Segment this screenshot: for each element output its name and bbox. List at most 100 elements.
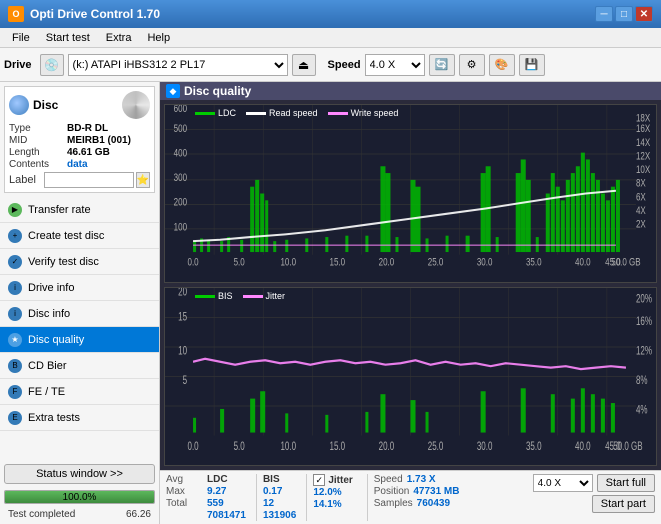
progress-bar: 100.0% [4,490,155,504]
chart-header: ◆ Disc quality [160,82,661,100]
svg-text:5.0: 5.0 [234,257,245,270]
menu-extra[interactable]: Extra [98,28,140,48]
stats-labels-col: Avg Max Total [166,474,201,521]
avg-label: Avg [166,474,201,485]
nav-transfer-rate[interactable]: ▶ Transfer rate [0,197,159,223]
legend-ldc-color [195,112,215,115]
nav-icon-disc-quality: ★ [8,333,22,347]
settings-button[interactable]: ⚙ [459,54,485,76]
nav-icon-extra-tests: E [8,411,22,425]
title-bar: O Opti Drive Control 1.70 ─ □ ✕ [0,0,661,28]
nav-drive-info[interactable]: i Drive info [0,275,159,301]
nav-extra-tests[interactable]: E Extra tests [0,405,159,431]
ldc-avg-val: 9.27 [207,486,246,497]
disc-contents-row: Contents data [9,159,150,170]
stats-max-row: Max [166,486,201,497]
close-button[interactable]: ✕ [635,6,653,22]
status-speed: 66.26 [126,509,151,520]
svg-text:20.0: 20.0 [379,441,395,454]
top-chart-legend: LDC Read speed Write speed [195,108,398,118]
nav-verify-test-disc[interactable]: ✓ Verify test disc [0,249,159,275]
svg-text:20%: 20% [636,293,652,306]
nav-icon-verify-test-disc: ✓ [8,255,22,269]
app-icon: O [8,6,24,22]
disc-length-value: 46.61 GB [67,147,110,158]
svg-text:40.0: 40.0 [575,257,591,270]
drive-label: Drive [4,59,32,71]
drive-icon-btn[interactable]: 💿 [40,54,64,76]
maximize-button[interactable]: □ [615,6,633,22]
bottom-chart-legend: BIS Jitter [195,291,285,301]
nav-create-test-disc[interactable]: + Create test disc [0,223,159,249]
status-text: Test completed [8,509,75,520]
disc-length-row: Length 46.61 GB [9,147,150,158]
menu-start-test[interactable]: Start test [38,28,98,48]
progress-text: 100.0% [5,491,154,504]
legend-bis-label: BIS [218,291,233,301]
nav-cd-bier[interactable]: B CD Bier [0,353,159,379]
disc-contents-value: data [67,159,88,170]
max-label: Max [166,486,201,497]
legend-jitter: Jitter [243,291,286,301]
legend-read-color [246,112,266,115]
svg-text:16%: 16% [636,316,652,329]
legend-write-color [328,112,348,115]
nav-fe-te[interactable]: F FE / TE [0,379,159,405]
stats-avg-row: Avg [166,474,201,485]
svg-text:15: 15 [178,311,187,324]
charts-container: LDC Read speed Write speed [160,100,661,470]
disc-icon [9,95,29,115]
speed-select-stats[interactable]: 4.0 X [533,474,593,492]
svg-text:10: 10 [178,345,187,358]
ldc-total-val: 7081471 [207,510,246,521]
bottom-chart-svg: 20% 16% 12% 8% 4% 20 15 10 5 0.0 5.0 10.… [165,288,656,465]
menu-file[interactable]: File [4,28,38,48]
jitter-checkbox[interactable]: ✓ [313,474,325,486]
status-window-button[interactable]: Status window >> [4,464,155,484]
svg-text:50.0 GB: 50.0 GB [613,441,643,454]
svg-text:16X: 16X [636,123,651,136]
stats-divider-3 [367,474,368,521]
nav-disc-info[interactable]: i Disc info [0,301,159,327]
svg-text:50.0 GB: 50.0 GB [611,257,640,270]
bis-max-val: 12 [263,498,296,509]
save-button[interactable]: 💾 [519,54,545,76]
disc-mid-value: MEIRB1 (001) [67,135,131,146]
minimize-button[interactable]: ─ [595,6,613,22]
color-button[interactable]: 🎨 [489,54,515,76]
start-full-button[interactable]: Start full [597,474,655,492]
eject-button[interactable]: ⏏ [292,54,316,76]
svg-text:35.0: 35.0 [526,257,542,270]
window-title: Opti Drive Control 1.70 [30,7,595,21]
legend-write-speed: Write speed [328,108,399,118]
drive-select[interactable]: (k:) ATAPI iHBS312 2 PL17 [68,54,288,76]
stats-divider-2 [306,474,307,521]
nav-label-create-test-disc: Create test disc [28,230,104,242]
speed-select-toolbar[interactable]: 4.0 X [365,54,425,76]
nav-label-cd-bier: CD Bier [28,360,67,372]
svg-text:20.0: 20.0 [379,257,395,270]
svg-text:4X: 4X [636,205,646,218]
nav-disc-quality[interactable]: ★ Disc quality [0,327,159,353]
menu-help[interactable]: Help [139,28,178,48]
svg-text:35.0: 35.0 [526,441,542,454]
svg-text:10.0: 10.0 [280,257,296,270]
svg-text:10.0: 10.0 [280,441,296,454]
disc-mid-row: MID MEIRB1 (001) [9,135,150,146]
chart-title: Disc quality [184,84,251,98]
disc-label-input[interactable] [44,172,134,188]
top-chart-svg: 18X 16X 14X 12X 10X 8X 6X 4X 2X 600 500 … [165,105,656,282]
refresh-button[interactable]: 🔄 [429,54,455,76]
window-controls: ─ □ ✕ [595,6,653,22]
total-label: Total [166,498,201,509]
svg-text:200: 200 [174,197,187,210]
legend-ldc: LDC [195,108,236,118]
stats-bar: Avg Max Total LDC 9.27 559 7081471 BIS 0… [160,470,661,524]
svg-text:2X: 2X [636,218,646,231]
svg-text:10X: 10X [636,164,651,177]
disc-label-btn[interactable]: ⭐ [136,172,150,188]
start-part-button[interactable]: Start part [592,495,655,513]
main-layout: Disc Type BD-R DL MID MEIRB1 (001) Lengt… [0,82,661,524]
svg-text:8%: 8% [636,375,648,388]
disc-mid-label: MID [9,135,67,146]
